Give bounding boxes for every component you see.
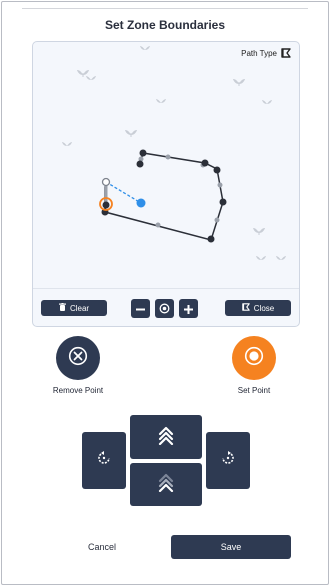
save-label: Save (220, 542, 242, 552)
save-button[interactable]: Save (171, 535, 291, 559)
zoom-out-button[interactable] (131, 299, 150, 318)
minus-icon (136, 301, 145, 317)
close-label: Close (253, 303, 275, 313)
vertex-markers[interactable] (101, 149, 227, 243)
clear-label: Clear (69, 303, 90, 313)
recenter-button[interactable] (155, 299, 174, 318)
plus-icon (184, 301, 193, 317)
map-toolbar: Clear Close (33, 288, 299, 326)
top-divider (22, 8, 308, 9)
rotate-left-button[interactable] (82, 432, 126, 489)
map-canvas[interactable]: Path Type (33, 42, 299, 288)
path-type-icon (281, 48, 291, 58)
rotate-left-icon (97, 451, 111, 470)
path-type-icon (242, 303, 250, 313)
chevron-up-faded-icon (158, 472, 174, 497)
remove-point-button[interactable] (56, 336, 100, 380)
rotate-right-button[interactable] (206, 432, 250, 489)
remove-point-label: Remove Point (52, 386, 104, 395)
cancel-button[interactable]: Cancel (66, 542, 138, 552)
set-point-button[interactable] (232, 336, 276, 380)
move-backward-button[interactable] (130, 463, 202, 506)
zoom-in-button[interactable] (179, 299, 198, 318)
map-panel: Path Type Clear Close (32, 41, 300, 327)
page-title: Set Zone Boundaries (104, 18, 226, 32)
start-vertex[interactable] (101, 177, 111, 187)
double-chevron-up-icon (158, 425, 174, 450)
move-forward-button[interactable] (130, 415, 202, 459)
path-type-toggle[interactable]: Path Type (241, 48, 291, 58)
rotate-right-icon (221, 451, 235, 470)
clear-button[interactable]: Clear (41, 300, 107, 316)
map-svg (62, 46, 286, 260)
target-icon (244, 346, 264, 371)
plant-icon (62, 46, 286, 260)
set-point-label: Set Point (237, 386, 271, 395)
path-type-label: Path Type (241, 48, 277, 58)
cursor-point (136, 198, 146, 208)
trash-icon (58, 303, 66, 313)
close-circle-icon (68, 346, 88, 371)
target-icon (159, 301, 170, 317)
close-button[interactable]: Close (225, 300, 291, 316)
